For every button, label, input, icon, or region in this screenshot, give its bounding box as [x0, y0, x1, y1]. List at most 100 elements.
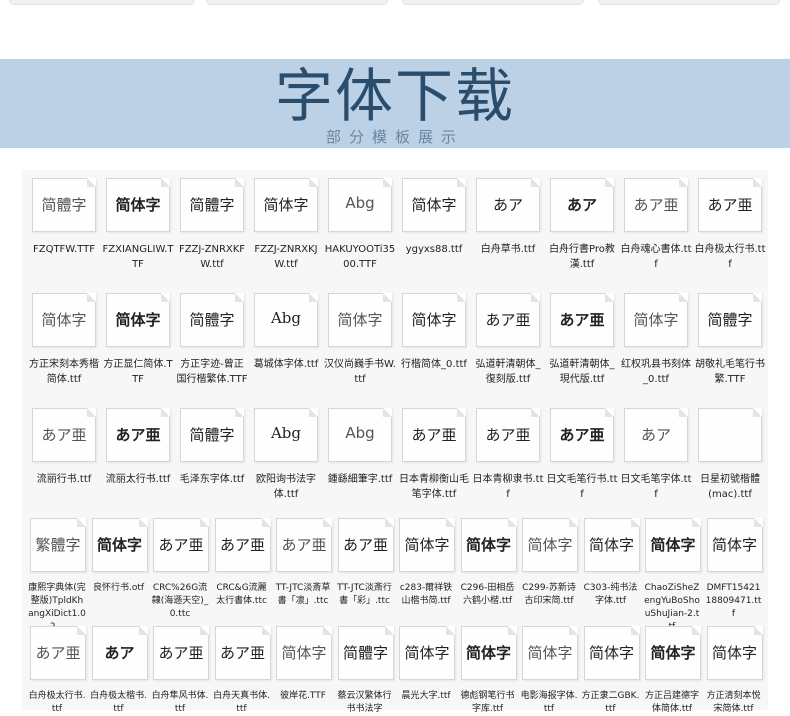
font-file-icon: Abg	[254, 408, 318, 462]
font-file-item[interactable]: 简体字 汉仪尚巍手书W.ttf	[324, 293, 396, 387]
font-file-item[interactable]: あア亜 TT-JTC淡斎草書「凛」.ttc	[274, 518, 332, 608]
font-file-item[interactable]: 简体字 彼岸花.TTF	[274, 626, 332, 703]
font-file-item[interactable]: あア亜 弘道軒清朝体_復刻版.ttf	[472, 293, 544, 387]
font-file-item[interactable]: 简体字 C296-田相岳六鹤小楷.ttf	[459, 518, 517, 608]
font-file-item[interactable]: あア亜 日本青柳隶书.ttf	[472, 408, 544, 502]
font-file-item[interactable]: あア亜 白舟极太行书.ttf	[28, 626, 86, 716]
font-file-item[interactable]: あア 白舟草书.ttf	[472, 178, 544, 257]
font-preview-glyph: 简体字	[404, 644, 450, 662]
font-file-item[interactable]: Abg 欧阳询书法字体.ttf	[250, 408, 322, 502]
font-file-item[interactable]: あア 白舟行書Pro教漢.ttf	[546, 178, 618, 272]
font-file-icon: 简体字	[106, 293, 170, 347]
font-file-item[interactable]: あア亜 CRC%26G流隸(海遜天空)_0.ttc	[151, 518, 209, 621]
font-file-item[interactable]: 简体字 方正吕建德字体简体.ttf	[643, 626, 701, 716]
font-file-item[interactable]: Abg HAKUYOOTi3500.TTF	[324, 178, 396, 272]
font-file-item[interactable]: 简体字 晨光大字.ttf	[397, 626, 455, 703]
font-file-item[interactable]: 简体字ChaoZiSheZengYuBoShouShuJian-2.ttf	[643, 518, 701, 634]
font-preview-glyph: Abg	[345, 194, 375, 212]
font-file-item[interactable]: 简體字 毛泽东字体.ttf	[176, 408, 248, 487]
font-file-item[interactable]: 简體字 FZZJ-ZNRXKFW.ttf	[176, 178, 248, 272]
font-file-name: C299-苏新诗古印宋简.ttf	[522, 583, 576, 606]
font-file-name: 方正显仁简体.TTF	[103, 359, 173, 385]
font-file-name: 白舟天真书体.ttf	[213, 691, 270, 714]
font-file-item[interactable]: 简体字 C299-苏新诗古印宋简.ttf	[520, 518, 578, 608]
font-file-item[interactable]: 繁體字康熙字典体(完整版)TpldKhangXiDict1.02...	[28, 518, 86, 634]
font-file-item[interactable]: 简体字 良怀行书.otf	[90, 518, 148, 595]
font-file-item[interactable]: 简体字 C303-纯书法字体.ttf	[582, 518, 640, 608]
font-file-item[interactable]: あア亜 日文毛笔行书.ttf	[546, 408, 618, 502]
font-preview-glyph: 简体字	[96, 536, 142, 554]
font-preview-glyph: あア亜	[158, 536, 204, 554]
font-file-item[interactable]: 简体字 电影海报字体.ttf	[520, 626, 578, 716]
font-file-item[interactable]: 日星初號楷體(mac).ttf	[694, 408, 766, 502]
font-preview-glyph: 简体字	[650, 644, 696, 662]
font-preview-glyph: あア亜	[633, 196, 679, 214]
font-file-icon: あア亜	[402, 408, 466, 462]
font-file-item[interactable]: あア亜 白舟魂心書体.ttf	[620, 178, 692, 272]
font-preview-glyph: 简體字	[342, 644, 388, 662]
section-title: 字体下载	[274, 62, 515, 130]
font-file-item[interactable]: 简体字方正显仁简体.TTF	[102, 293, 174, 387]
font-file-item[interactable]: あア 日文毛笔字体.ttf	[620, 408, 692, 502]
font-file-item[interactable]: あア亜 弘道軒清朝体_現代版.ttf	[546, 293, 618, 387]
font-preview-glyph: 简体字	[281, 644, 327, 662]
font-file-item[interactable]: 简体字方正清刻本悦宋简体.ttf	[705, 626, 763, 716]
font-file-icon: 简体字	[645, 626, 701, 680]
font-file-item[interactable]: 简体字 c283-爾祥铁山楷书简.ttf	[397, 518, 455, 608]
font-preview-glyph: あア	[492, 196, 523, 214]
font-file-item[interactable]: あア亜 流丽太行书.ttf	[102, 408, 174, 487]
card-edge	[598, 0, 780, 5]
font-file-item[interactable]: あア亜 TT-JTC淡斎行書「彩」.ttc	[336, 518, 394, 608]
font-file-item[interactable]: 简體字 胡敬礼毛笔行书繁.TTF	[694, 293, 766, 387]
font-file-item[interactable]: 简体字 FZXIANGLIW.TTF	[102, 178, 174, 272]
font-file-item[interactable]: 简体字 红权巩县书刻体_0.ttf	[620, 293, 692, 387]
font-file-item[interactable]: 简體字 方正字迹-曾正国行楷繁体.TTF	[176, 293, 248, 387]
font-preview-glyph: 简体字	[404, 536, 450, 554]
font-file-name: 流丽行书.ttf	[36, 474, 92, 485]
font-preview-glyph: 繁體字	[35, 536, 81, 554]
font-file-item[interactable]: あア 白舟极太楷书.ttf	[90, 626, 148, 716]
font-file-icon: 简体字	[583, 626, 640, 680]
font-file-item[interactable]: 简体字 方正宋刻本秀楷简体.ttf	[28, 293, 100, 387]
font-file-name: ygyxs88.ttf	[405, 244, 463, 255]
font-file-icon: 繁體字	[30, 518, 86, 572]
font-file-item[interactable]: あア亜 白舟极太行书.ttf	[694, 178, 766, 272]
font-file-name: 方正清刻本悦宋简体.ttf	[706, 691, 761, 714]
font-file-name: FZZJ-ZNRXKFW.ttf	[178, 244, 246, 270]
font-file-item[interactable]: 简體字 FZQTFW.TTF	[28, 178, 100, 257]
font-file-item[interactable]: あア亜白舟天真书体.ttf	[213, 626, 271, 716]
font-file-name: 日文毛笔字体.ttf	[620, 474, 692, 500]
font-file-name: 行楷简体_0.ttf	[401, 359, 467, 370]
font-file-item[interactable]: 简体字 DMFT1542118809471.ttf	[705, 518, 763, 621]
font-file-icon: あア亜	[32, 408, 96, 462]
font-file-icon: あア亜	[214, 626, 271, 680]
font-file-item[interactable]: 简体字 ygyxs88.ttf	[398, 178, 470, 257]
font-file-item[interactable]: あア亜 CRC&G流麗太行書体.ttc	[213, 518, 271, 608]
font-file-item[interactable]: 简体字 行楷简体_0.ttf	[398, 293, 470, 372]
font-file-item[interactable]: 简体字 方正隶二GBK.ttf	[582, 626, 640, 716]
font-preview-glyph: 简體字	[189, 196, 235, 214]
font-file-name: 日文毛笔行书.ttf	[546, 474, 618, 500]
font-file-item[interactable]: 简体字 FZZJ-ZNRXKJW.ttf	[250, 178, 322, 272]
font-preview-glyph: 简体字	[711, 644, 757, 662]
font-file-item[interactable]: 简体字 德彪钢笔行书字库.ttf	[459, 626, 517, 716]
font-preview-glyph: 简体字	[115, 196, 161, 214]
font-file-item[interactable]: 简體字 蔡云汉繁体行书书法字	[336, 626, 394, 716]
font-preview-glyph: あア	[104, 644, 135, 662]
font-preview-glyph: Abg	[270, 309, 302, 327]
font-file-icon: Abg	[328, 408, 392, 462]
font-preview-glyph: 简体字	[588, 536, 634, 554]
font-file-item[interactable]: あア亜流丽行书.ttf	[28, 408, 100, 487]
font-file-name: 方正字迹-曾正国行楷繁体.TTF	[176, 359, 248, 385]
font-file-item[interactable]: あア亜 白舟隼风书体.ttf	[151, 626, 209, 716]
font-file-item[interactable]: Abg 葛城体字体.ttf	[250, 293, 322, 372]
font-file-icon: あア亜	[30, 626, 86, 680]
font-file-name: CRC%26G流隸(海遜天空)_0.ttc	[151, 583, 209, 619]
font-file-item[interactable]: あア亜 日本青柳衡山毛笔字体.ttf	[398, 408, 470, 502]
font-file-icon: あア	[550, 178, 614, 232]
font-file-icon: 简体字	[624, 293, 688, 347]
font-file-icon: あア亜	[153, 626, 209, 680]
font-file-icon: Abg	[254, 293, 318, 347]
font-file-icon: 简體字	[180, 408, 244, 462]
font-file-item[interactable]: Abg 鍾繇細筆字.ttf	[324, 408, 396, 487]
